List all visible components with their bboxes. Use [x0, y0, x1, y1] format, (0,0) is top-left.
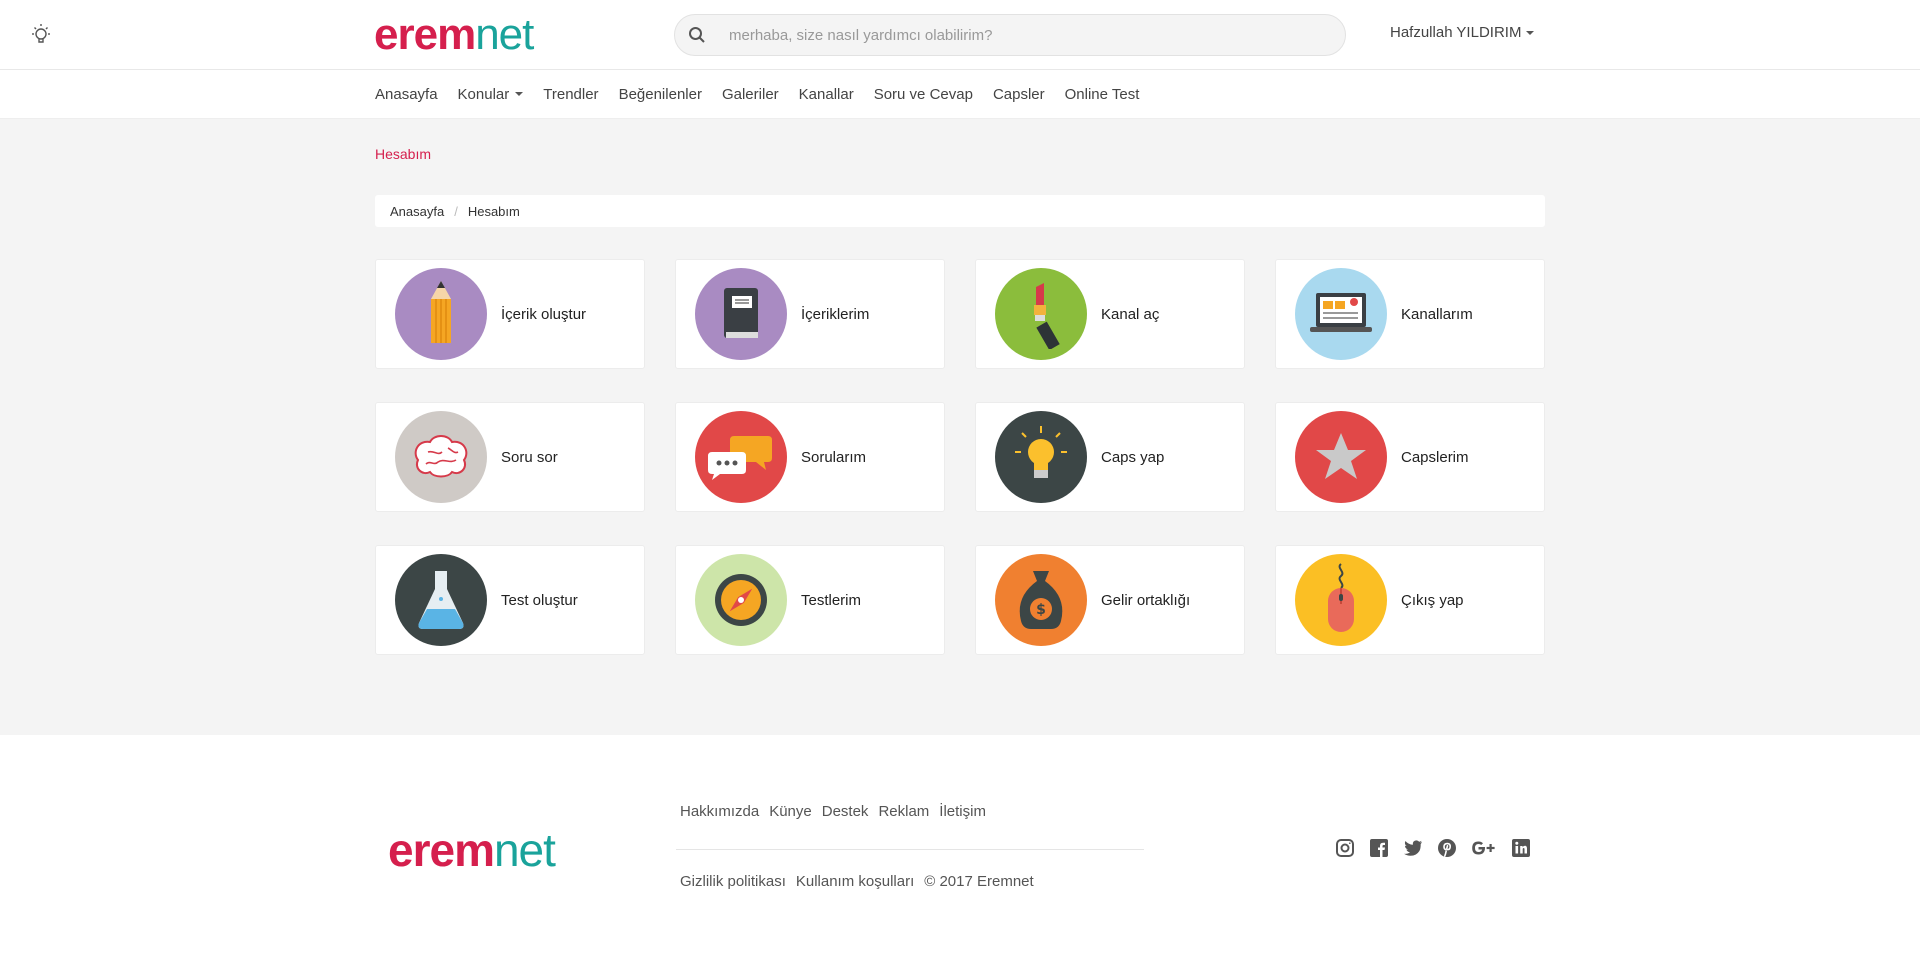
card-label: Sorularım: [801, 448, 867, 466]
pinterest-icon[interactable]: [1436, 837, 1458, 859]
logo-text-left: erem: [388, 824, 495, 876]
card-cikis-yap[interactable]: Çıkış yap: [1275, 545, 1545, 655]
page-title: Hesabım: [375, 146, 432, 162]
nav-item-konular-label: Konular: [457, 85, 510, 103]
nav-item-soru-ve-cevap[interactable]: Soru ve Cevap: [874, 86, 973, 103]
money-bag-icon: $: [995, 554, 1087, 646]
search-icon[interactable]: [675, 26, 719, 44]
chevron-down-icon: [515, 92, 524, 96]
card-capslerim[interactable]: Capslerim: [1275, 402, 1545, 512]
card-label: Kanallarım: [1401, 305, 1473, 323]
user-name: Hafzullah YILDIRIM: [1390, 24, 1522, 41]
breadcrumb: Anasayfa / Hesabım: [375, 195, 1545, 227]
card-caps-yap[interactable]: Caps yap: [975, 402, 1245, 512]
card-label: İçeriklerim: [801, 305, 870, 323]
search-input[interactable]: [719, 26, 1319, 44]
card-gelir-ortakligi[interactable]: $ Gelir ortaklığı: [975, 545, 1245, 655]
nav-item-anasayfa[interactable]: Anasayfa: [375, 86, 438, 103]
nav-item-online-test[interactable]: Online Test: [1065, 86, 1140, 103]
lipstick-icon: [995, 268, 1087, 360]
nav-item-kanallar[interactable]: Kanallar: [799, 86, 854, 103]
card-iceriklerim[interactable]: İçeriklerim: [675, 259, 945, 369]
breadcrumb-separator: /: [454, 203, 458, 219]
logo-text-left: erem: [374, 10, 476, 59]
compass-icon: [695, 554, 787, 646]
logo-text-right: net: [475, 10, 534, 59]
lightbulb-icon: [995, 411, 1087, 503]
main-content: Hesabım Anasayfa / Hesabım İçerik oluştu…: [0, 119, 1920, 735]
footer-link-kullanim[interactable]: Kullanım koşulları: [796, 873, 914, 890]
card-label: Çıkış yap: [1401, 591, 1464, 609]
footer-link-kunye[interactable]: Künye: [769, 803, 812, 820]
search-bar: [674, 14, 1346, 56]
account-menu-grid: İçerik oluştur İçeriklerim Kanal aç Kana…: [375, 259, 1545, 655]
footer-divider: [676, 849, 1144, 850]
nav-item-begenilenler[interactable]: Beğenilenler: [619, 86, 702, 103]
nav-item-galeriler[interactable]: Galeriler: [722, 86, 779, 103]
card-label: Kanal aç: [1101, 305, 1160, 323]
chevron-down-icon: [1526, 31, 1535, 36]
pencil-icon: [395, 268, 487, 360]
facebook-icon[interactable]: [1368, 837, 1390, 859]
star-icon: [1295, 411, 1387, 503]
site-logo[interactable]: erem net: [374, 10, 534, 59]
logo-text-right: net: [493, 824, 556, 876]
card-label: Gelir ortaklığı: [1101, 591, 1191, 609]
footer-links-top: Hakkımızda Künye Destek Reklam İletişim: [680, 803, 986, 820]
nav-item-trendler[interactable]: Trendler: [543, 86, 598, 103]
laptop-icon: [1295, 268, 1387, 360]
footer-link-hakkimizda[interactable]: Hakkımızda: [680, 803, 759, 820]
footer-link-reklam[interactable]: Reklam: [878, 803, 929, 820]
card-testlerim[interactable]: Testlerim: [675, 545, 945, 655]
card-label: Caps yap: [1101, 448, 1165, 466]
main-nav: Anasayfa Konular Trendler Beğenilenler G…: [0, 70, 1920, 119]
svg-text:$: $: [1036, 602, 1046, 618]
nav-item-capsler[interactable]: Capsler: [993, 86, 1045, 103]
twitter-icon[interactable]: [1402, 837, 1424, 859]
card-soru-sor[interactable]: Soru sor: [375, 402, 645, 512]
card-kanal-ac[interactable]: Kanal aç: [975, 259, 1245, 369]
card-icerik-olustur[interactable]: İçerik oluştur: [375, 259, 645, 369]
card-label: İçerik oluştur: [501, 305, 587, 323]
social-links: [1334, 837, 1532, 859]
card-label: Testlerim: [801, 591, 862, 609]
top-bar: eremnet Hafzullah YILDIRIM: [0, 0, 1920, 70]
instagram-icon[interactable]: [1334, 837, 1356, 859]
card-label: Capslerim: [1401, 448, 1469, 466]
google-plus-icon[interactable]: [1470, 837, 1498, 859]
chat-bubbles-icon: [695, 411, 787, 503]
footer-links-bottom: Gizlilik politikası Kullanım koşulları ©…: [680, 873, 1034, 890]
lightbulb-icon[interactable]: [28, 22, 54, 48]
card-test-olustur[interactable]: Test oluştur: [375, 545, 645, 655]
card-sorularim[interactable]: Sorularım: [675, 402, 945, 512]
book-icon: [695, 268, 787, 360]
linkedin-icon[interactable]: [1510, 837, 1532, 859]
brain-icon: [395, 411, 487, 503]
copyright-text: © 2017 Eremnet: [924, 873, 1034, 890]
footer-link-destek[interactable]: Destek: [822, 803, 869, 820]
footer-link-gizlilik[interactable]: Gizlilik politikası: [680, 873, 786, 890]
nav-item-konular[interactable]: Konular: [458, 86, 524, 103]
breadcrumb-home[interactable]: Anasayfa: [390, 204, 444, 219]
card-label: Soru sor: [501, 448, 558, 466]
footer-logo[interactable]: erem net: [388, 823, 556, 877]
card-label: Test oluştur: [501, 591, 578, 609]
flask-icon: [395, 554, 487, 646]
mouse-icon: [1295, 554, 1387, 646]
user-menu[interactable]: Hafzullah YILDIRIM: [1390, 24, 1535, 41]
card-kanallarim[interactable]: Kanallarım: [1275, 259, 1545, 369]
footer-link-iletisim[interactable]: İletişim: [939, 803, 986, 820]
breadcrumb-current: Hesabım: [467, 203, 520, 219]
footer: erem net Hakkımızda Künye Destek Reklam İ…: [0, 735, 1920, 966]
